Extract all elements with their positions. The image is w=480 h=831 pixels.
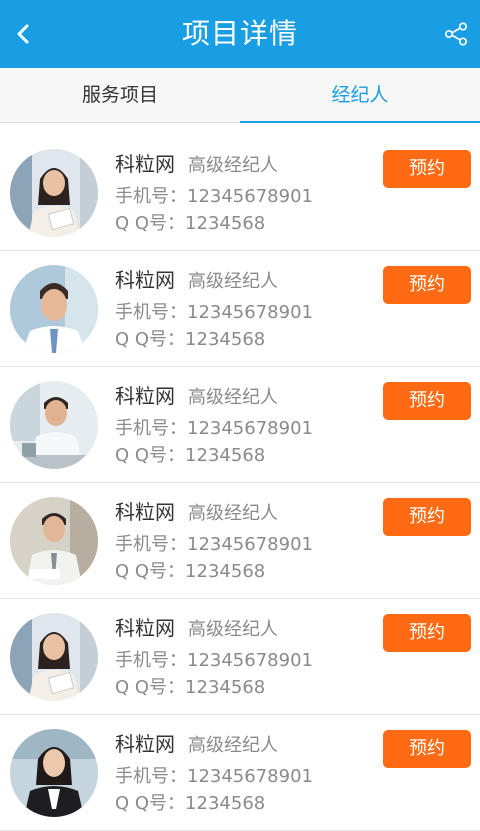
app-header: 项目详情 (0, 0, 480, 68)
man-smiling-avatar-icon (10, 265, 98, 353)
woman-in-suit-avatar-icon (10, 729, 98, 817)
agent-qq: Q Q号：1234568 (115, 677, 266, 698)
page-title: 项目详情 (181, 17, 298, 50)
list-item: 科粒网 高级经纪人 手机号：12345678901 Q Q号：1234568 预… (0, 715, 480, 831)
agent-level: 高级经纪人 (188, 735, 278, 756)
agent-phone: 手机号：12345678901 (115, 302, 313, 323)
share-icon (444, 22, 467, 46)
agent-qq: Q Q号：1234568 (115, 329, 266, 350)
man-in-office-avatar-icon (10, 497, 98, 585)
agent-phone: 手机号：12345678901 (115, 186, 313, 207)
book-button[interactable]: 预约 (383, 266, 471, 304)
share-button[interactable] (440, 18, 472, 50)
agent-level: 高级经纪人 (188, 155, 278, 176)
man-at-desk-avatar-icon (10, 381, 98, 469)
book-button[interactable]: 预约 (383, 614, 471, 652)
agent-level: 高级经纪人 (188, 619, 278, 640)
agent-name: 科粒网 (115, 500, 175, 524)
avatar (10, 613, 98, 701)
agent-phone: 手机号：12345678901 (115, 766, 313, 787)
book-button[interactable]: 预约 (383, 730, 471, 768)
agent-phone: 手机号：12345678901 (115, 418, 313, 439)
tab-service-items[interactable]: 服务项目 (0, 68, 240, 122)
agent-name: 科粒网 (115, 384, 175, 408)
agent-level: 高级经纪人 (188, 271, 278, 292)
woman-holding-papers-avatar-icon (10, 613, 98, 701)
agent-name: 科粒网 (115, 616, 175, 640)
agent-qq: Q Q号：1234568 (115, 445, 266, 466)
agent-qq: Q Q号：1234568 (115, 793, 266, 814)
book-button[interactable]: 预约 (383, 150, 471, 188)
list-item: 科粒网 高级经纪人 手机号：12345678901 Q Q号：1234568 预… (0, 367, 480, 483)
list-item: 科粒网 高级经纪人 手机号：12345678901 Q Q号：1234568 预… (0, 483, 480, 599)
agent-level: 高级经纪人 (188, 503, 278, 524)
woman-holding-papers-avatar-icon (10, 149, 98, 237)
book-button[interactable]: 预约 (383, 498, 471, 536)
tab-bar: 服务项目 经纪人 (0, 68, 480, 123)
avatar (10, 497, 98, 585)
list-item: 科粒网 高级经纪人 手机号：12345678901 Q Q号：1234568 预… (0, 599, 480, 715)
list-item: 科粒网 高级经纪人 手机号：12345678901 Q Q号：1234568 预… (0, 135, 480, 251)
agent-name: 科粒网 (115, 152, 175, 176)
agent-phone: 手机号：12345678901 (115, 534, 313, 555)
agent-list: 科粒网 高级经纪人 手机号：12345678901 Q Q号：1234568 预… (0, 135, 480, 831)
agent-qq: Q Q号：1234568 (115, 213, 266, 234)
agent-name: 科粒网 (115, 268, 175, 292)
agent-level: 高级经纪人 (188, 387, 278, 408)
agent-name: 科粒网 (115, 732, 175, 756)
tab-agents[interactable]: 经纪人 (240, 68, 480, 123)
avatar (10, 381, 98, 469)
avatar (10, 729, 98, 817)
list-item: 科粒网 高级经纪人 手机号：12345678901 Q Q号：1234568 预… (0, 251, 480, 367)
avatar (10, 149, 98, 237)
agent-qq: Q Q号：1234568 (115, 561, 266, 582)
avatar (10, 265, 98, 353)
book-button[interactable]: 预约 (383, 382, 471, 420)
agent-phone: 手机号：12345678901 (115, 650, 313, 671)
